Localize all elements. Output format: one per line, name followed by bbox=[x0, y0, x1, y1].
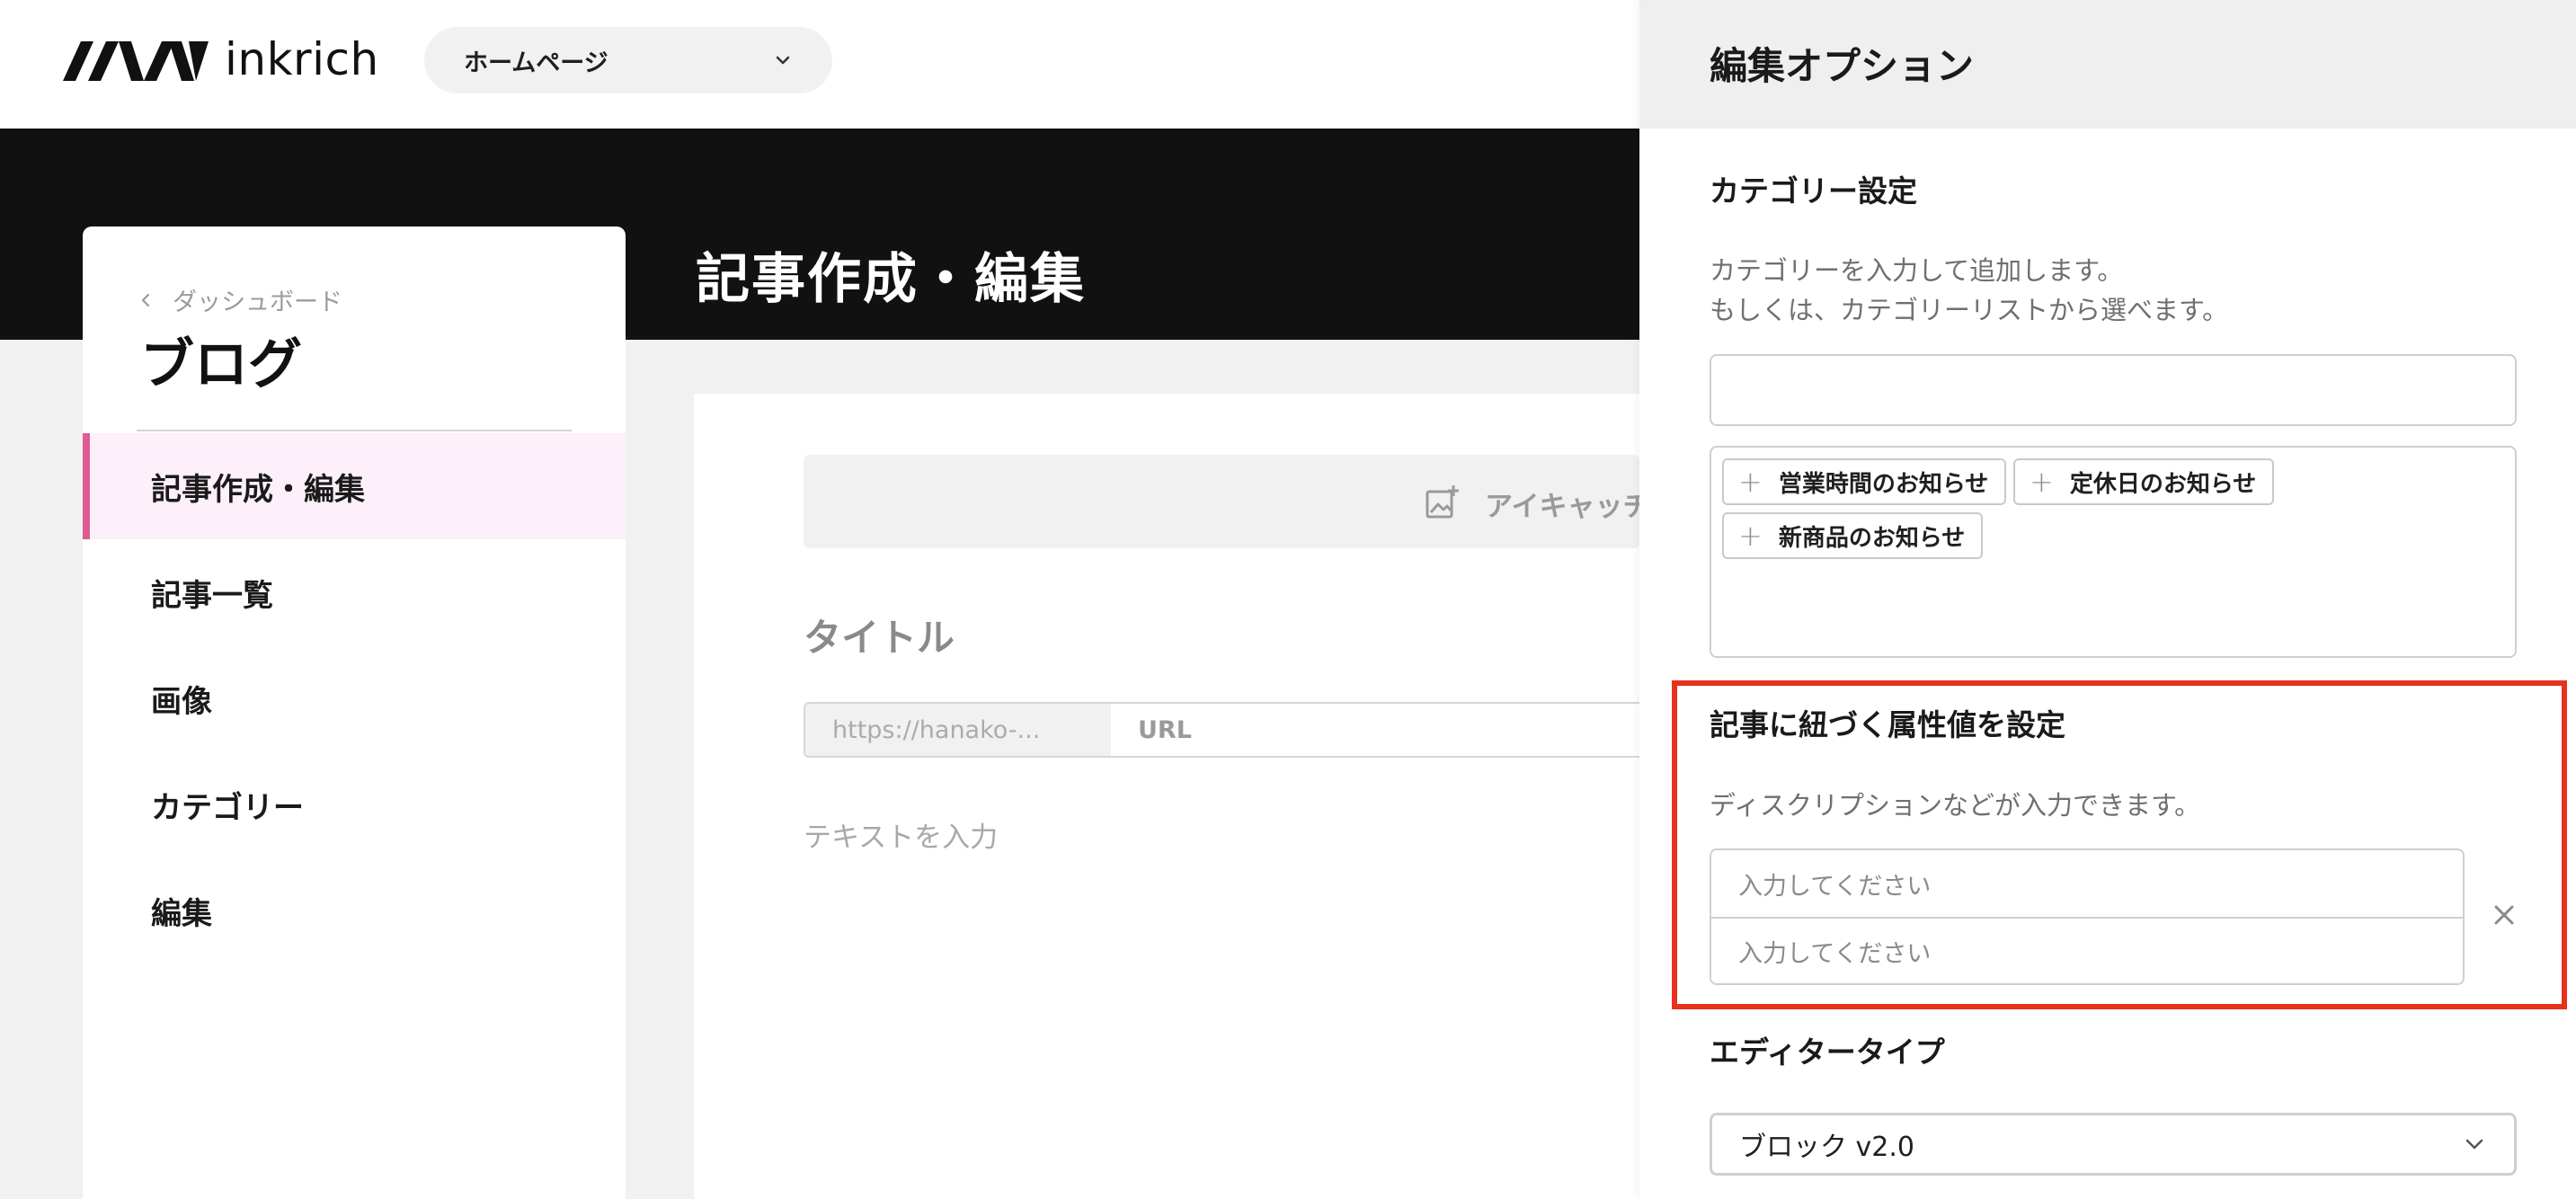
category-heading: カテゴリー設定 bbox=[1710, 173, 1917, 209]
category-input[interactable] bbox=[1710, 354, 2517, 426]
panel-header: 編集オプション bbox=[1639, 0, 2576, 129]
plus-icon: + bbox=[2030, 465, 2054, 499]
panel-title: 編集オプション bbox=[1710, 44, 1975, 88]
category-chip[interactable]: + 営業時間のお知らせ bbox=[1722, 458, 2007, 505]
chip-label: 定休日のお知らせ bbox=[2069, 470, 2257, 498]
sidebar-item-label: 記事一覧 bbox=[151, 577, 273, 614]
sidebar-item-article-edit[interactable]: 記事作成・編集 bbox=[83, 433, 626, 539]
divider bbox=[137, 430, 572, 431]
url-prefix: https://hanako-... bbox=[805, 704, 1111, 756]
eyecatch-upload[interactable]: アイキャッチ bbox=[804, 455, 1650, 548]
title-input[interactable]: タイトル bbox=[804, 608, 955, 662]
chevron-left-icon bbox=[141, 293, 150, 306]
sidebar-item-article-list[interactable]: 記事一覧 bbox=[83, 539, 626, 645]
category-chip[interactable]: + 定休日のお知らせ bbox=[2013, 458, 2275, 505]
plus-icon: + bbox=[1738, 465, 1763, 499]
breadcrumb[interactable]: ダッシュボード bbox=[138, 282, 342, 317]
attribute-fields: 入力してください 入力してください bbox=[1710, 848, 2465, 985]
logo[interactable]: inkrich bbox=[63, 33, 379, 88]
chip-label: 新商品のお知らせ bbox=[1778, 524, 1966, 552]
url-input[interactable]: URL bbox=[1111, 704, 1639, 756]
attribute-key-input[interactable]: 入力してください bbox=[1711, 850, 2463, 917]
sidebar-item-images[interactable]: 画像 bbox=[83, 645, 626, 751]
page-select[interactable]: ホームページ bbox=[424, 27, 832, 93]
sidebar-item-label: カテゴリー bbox=[151, 789, 304, 826]
attributes-heading: 記事に紐づく属性値を設定 bbox=[1710, 707, 2065, 742]
sidebar: ダッシュボード ブログ 記事作成・編集 記事一覧 画像 カテゴリー 編集 bbox=[83, 226, 626, 1199]
breadcrumb-label: ダッシュボード bbox=[173, 289, 342, 316]
attribute-value-input[interactable]: 入力してください bbox=[1711, 917, 2463, 983]
category-list: + 営業時間のお知らせ + 定休日のお知らせ + 新商品のお知らせ bbox=[1710, 446, 2517, 658]
attributes-desc: ディスクリプションなどが入力できます。 bbox=[1710, 790, 2201, 821]
sidebar-item-label: 画像 bbox=[151, 683, 212, 720]
editor-type-heading: エディタータイプ bbox=[1710, 1035, 1945, 1070]
page-title: 記事作成・編集 bbox=[696, 248, 1086, 311]
add-image-icon bbox=[1426, 485, 1459, 519]
chevron-down-icon bbox=[2465, 1139, 2483, 1150]
body-text-input[interactable]: テキストを入力 bbox=[804, 814, 998, 855]
editor-type-value: ブロック v2.0 bbox=[1739, 1132, 1914, 1163]
sidebar-item-label: 記事作成・編集 bbox=[151, 471, 365, 508]
sidebar-item-category[interactable]: カテゴリー bbox=[83, 751, 626, 857]
close-icon[interactable] bbox=[2488, 899, 2520, 931]
url-field[interactable]: https://hanako-... URL bbox=[804, 702, 1639, 758]
sidebar-item-edit[interactable]: 編集 bbox=[83, 857, 626, 964]
chip-label: 営業時間のお知らせ bbox=[1778, 470, 1989, 498]
category-desc-line2: もしくは、カテゴリーリストから選べます。 bbox=[1710, 295, 2229, 325]
sidebar-item-label: 編集 bbox=[151, 895, 212, 932]
editor-type-select[interactable]: ブロック v2.0 bbox=[1710, 1113, 2517, 1176]
logo-text: inkrich bbox=[225, 33, 379, 85]
inkrich-logo-mark bbox=[63, 41, 209, 81]
edit-options-panel: 編集オプション カテゴリー設定 カテゴリーを入力して追加します。 もしくは、カテ… bbox=[1639, 0, 2576, 1199]
plus-icon: + bbox=[1738, 519, 1763, 553]
category-desc-line1: カテゴリーを入力して追加します。 bbox=[1710, 255, 2124, 286]
sidebar-title: ブログ bbox=[140, 333, 302, 396]
category-chip[interactable]: + 新商品のお知らせ bbox=[1722, 512, 1984, 559]
editor-card: アイキャッチ タイトル https://hanako-... URL テキストを… bbox=[694, 394, 1650, 1199]
page-select-label: ホームページ bbox=[464, 49, 608, 77]
chevron-down-icon bbox=[776, 56, 790, 65]
eyecatch-label: アイキャッチ bbox=[1485, 491, 1651, 523]
